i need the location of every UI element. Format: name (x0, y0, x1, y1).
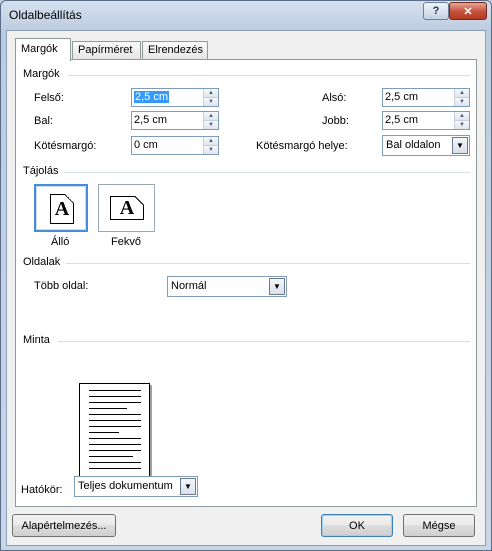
preview-line (89, 456, 133, 457)
preview-line (89, 402, 141, 403)
right-margin-value[interactable]: 2,5 cm (385, 114, 418, 126)
gutter-position-dropdown[interactable]: Bal oldalon ▼ (382, 135, 470, 156)
preview-line (89, 462, 141, 463)
apply-to-value: Teljes dokumentum (78, 480, 173, 492)
spin-up-icon[interactable]: ▲ (203, 89, 218, 98)
tab-margins[interactable]: Margók (15, 38, 71, 61)
portrait-label[interactable]: Álló (51, 236, 69, 248)
spin-down-icon[interactable]: ▼ (454, 121, 469, 129)
top-margin-label: Felső: (34, 92, 64, 104)
preview-line (89, 396, 141, 397)
spin-down-icon[interactable]: ▼ (454, 98, 469, 106)
spin-up-icon[interactable]: ▲ (203, 112, 218, 121)
spin-up-icon[interactable]: ▲ (454, 112, 469, 121)
preview-section-title: Minta (23, 334, 50, 346)
tab-paper-size[interactable]: Papírméret (72, 41, 141, 60)
ok-button[interactable]: OK (321, 514, 393, 537)
preview-line (89, 420, 141, 421)
set-default-button[interactable]: Alapértelmezés... (12, 514, 116, 537)
divider (58, 341, 470, 342)
landscape-label[interactable]: Fekvő (111, 236, 141, 248)
multiple-pages-label: Több oldal: (34, 280, 89, 292)
bottom-margin-spinner[interactable]: 2,5 cm ▲ ▼ (382, 88, 470, 107)
gutter-position-value: Bal oldalon (386, 139, 441, 151)
page-fold (65, 194, 74, 203)
apply-to-dropdown[interactable]: Teljes dokumentum ▼ (74, 476, 198, 497)
margins-tab-panel: Margók Felső: 2,5 cm ▲ ▼ Alsó: 2,5 cm ▲ … (15, 59, 477, 507)
multiple-pages-value: Normál (171, 280, 207, 292)
bottom-margin-label: Alsó: (322, 92, 347, 104)
spin-down-icon[interactable]: ▼ (203, 98, 218, 106)
portrait-option[interactable]: A (34, 184, 88, 232)
gutter-spinner[interactable]: 0 cm ▲ ▼ (131, 136, 219, 155)
page-setup-dialog: Oldalbeállítás ? ✕ Margók Papírméret Elr… (0, 0, 492, 551)
apply-to-label: Hatókör: (21, 484, 63, 496)
preview-line (89, 408, 127, 409)
spin-up-icon[interactable]: ▲ (454, 89, 469, 98)
right-margin-label: Jobb: (322, 115, 349, 127)
divider (66, 263, 470, 264)
gutter-label: Kötésmargó: (34, 140, 97, 152)
window-title: Oldalbeállítás (9, 8, 82, 22)
gutter-position-label: Kötésmargó helye: (256, 140, 348, 152)
help-button[interactable]: ? (423, 2, 449, 20)
top-margin-spinner[interactable]: 2,5 cm ▲ ▼ (131, 88, 219, 107)
preview-line (89, 438, 141, 439)
pages-section-title: Oldalak (23, 256, 61, 268)
orientation-section-title: Tájolás (23, 165, 59, 177)
landscape-page-icon: A (110, 196, 144, 220)
left-margin-label: Bal: (34, 115, 53, 127)
preview-line (89, 414, 141, 415)
multiple-pages-dropdown[interactable]: Normál ▼ (167, 276, 287, 297)
chevron-down-icon[interactable]: ▼ (269, 278, 285, 295)
tab-layout[interactable]: Elrendezés (142, 41, 208, 60)
preview-line (89, 444, 141, 445)
left-margin-spinner[interactable]: 2,5 cm ▲ ▼ (131, 111, 219, 130)
page-fold (135, 196, 144, 205)
margins-section-title: Margók (23, 68, 60, 80)
spin-up-icon[interactable]: ▲ (203, 137, 218, 146)
right-margin-spinner[interactable]: 2,5 cm ▲ ▼ (382, 111, 470, 130)
divider (64, 172, 470, 173)
left-margin-value[interactable]: 2,5 cm (134, 114, 167, 126)
close-button[interactable]: ✕ (449, 2, 487, 20)
chevron-down-icon[interactable]: ▼ (452, 137, 468, 154)
divider (68, 75, 470, 76)
page-glyph: A (119, 196, 135, 219)
top-margin-value[interactable]: 2,5 cm (134, 91, 170, 103)
bottom-margin-value[interactable]: 2,5 cm (385, 91, 418, 103)
gutter-value[interactable]: 0 cm (134, 139, 158, 151)
title-bar[interactable]: Oldalbeállítás ? ✕ (1, 1, 491, 29)
preview-line (89, 468, 141, 469)
portrait-page-icon: A (50, 194, 74, 224)
preview-line (89, 432, 119, 433)
preview-line (89, 426, 141, 427)
cancel-button[interactable]: Mégse (403, 514, 475, 537)
spin-down-icon[interactable]: ▼ (203, 146, 218, 154)
chevron-down-icon[interactable]: ▼ (180, 478, 196, 495)
dialog-client: Margók Papírméret Elrendezés Margók Fels… (6, 30, 486, 546)
landscape-option[interactable]: A (98, 184, 155, 232)
preview-line (89, 450, 141, 451)
preview-line (89, 390, 141, 391)
page-preview (79, 383, 150, 481)
spin-down-icon[interactable]: ▼ (203, 121, 218, 129)
